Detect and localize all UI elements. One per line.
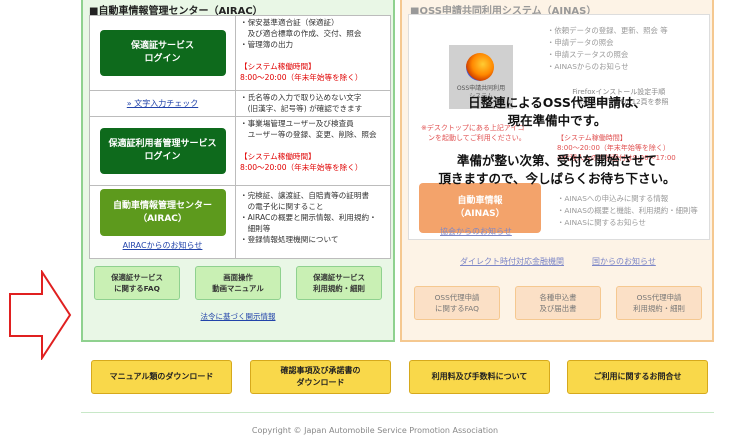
oss-faq-button[interactable]: OSS代理申請 に関するFAQ xyxy=(414,286,500,320)
firefox-icon xyxy=(466,53,494,81)
notice-line-2: 準備が整い次第、受付を開始させて 頂きますので、今しばらくお待ち下さい。 xyxy=(438,153,676,186)
government-news-link[interactable]: 国からのお知らせ xyxy=(592,256,656,267)
contact-button[interactable]: ご利用に関するお問合せ xyxy=(567,360,708,394)
footer-divider xyxy=(81,412,714,413)
copyright: Copyright © Japan Automobile Service Pro… xyxy=(251,426,499,435)
airac-row-2-desc: ・氏名等の入力で取り込めない文字 (旧漢字、記号等) が確認できます xyxy=(240,93,363,113)
notice-line-1: 日整連によるOSS代理申請は、 現在準備中です。 xyxy=(468,95,646,128)
ainas-info-list: ・AINASへの申込みに関する情報 ・AINASの概要と機能、利用規約・細則等 … xyxy=(557,194,698,227)
hotekisho-terms-button[interactable]: 保適証サービス 利用規約・細則 xyxy=(296,266,382,300)
application-forms-button[interactable]: 各種申込書 及び届出書 xyxy=(515,286,601,320)
airac-table: 保適証サービス ログイン ・保安基準適合証（保適証） 及び適合標章の作成、交付、… xyxy=(89,15,391,259)
airac-row-login: 保適証サービス ログイン ・保安基準適合証（保適証） 及び適合標章の作成、交付、… xyxy=(90,16,390,91)
airac-panel: ■自動車情報管理センター（AIRAC） 保適証サービス ログイン ・保安基準適合… xyxy=(81,0,395,342)
right-arrow-icon xyxy=(9,270,72,360)
preparation-notice: 日整連によるOSS代理申請は、 現在準備中です。 準備が整い次第、受付を開始させ… xyxy=(400,94,714,188)
airac-row-char-check: » 文字入力チェック ・氏名等の入力で取り込めない文字 (旧漢字、記号等) が確… xyxy=(90,91,390,117)
airac-row-user-mgmt: 保適証利用者管理サービス ログイン ・事業場管理ユーザー及び検査員 ユーザー等の… xyxy=(90,117,390,186)
airac-row-3-desc: ・事業場管理ユーザー及び検査員 ユーザー等の登録、変更、削除、照会 【システム稼… xyxy=(240,119,377,172)
manual-download-button[interactable]: マニュアル類のダウンロード xyxy=(91,360,232,394)
fees-info-button[interactable]: 利用料及び手数料について xyxy=(409,360,550,394)
direct-bank-link[interactable]: ダイレクト時付対応金融機関 xyxy=(460,256,564,267)
legal-disclosure-link[interactable]: 法令に基づく開示情報 xyxy=(83,311,393,322)
char-input-check-link[interactable]: » 文字入力チェック xyxy=(127,98,198,109)
consent-download-button[interactable]: 確認事項及び承諾書の ダウンロード xyxy=(250,360,391,394)
airac-row-4-desc: ・完検証、譲渡証、自賠責等の証明書 の電子化に関すること ・AIRACの概要と開… xyxy=(240,191,377,244)
oss-terms-button[interactable]: OSS代理申請 利用規約・細則 xyxy=(616,286,702,320)
page: ■自動車情報管理センター（AIRAC） 保適証サービス ログイン ・保安基準適合… xyxy=(0,0,750,441)
oss-feature-list: ・依頼データの登録、更新、照会 等 ・申請データの照会 ・申請ステータスの照会 … xyxy=(547,26,668,71)
airac-center-button[interactable]: 自動車情報管理センター （AIRAC） xyxy=(99,189,226,236)
airac-news-link[interactable]: AIRACからのお知らせ xyxy=(123,240,203,251)
video-manual-button[interactable]: 画面操作 動画マニュアル xyxy=(195,266,281,300)
hotekisho-login-button[interactable]: 保適証サービス ログイン xyxy=(99,30,226,76)
hotekisho-faq-button[interactable]: 保適証サービス に関するFAQ xyxy=(94,266,180,300)
airac-row-center: 自動車情報管理センター （AIRAC） AIRACからのお知らせ ・完検証、譲渡… xyxy=(90,186,390,258)
association-news-link[interactable]: 協会からのお知らせ xyxy=(440,226,512,237)
user-management-login-button[interactable]: 保適証利用者管理サービス ログイン xyxy=(99,128,226,174)
airac-row-1-desc: ・保安基準適合証（保適証） 及び適合標章の作成、交付、照会 ・管理簿の出力 【シ… xyxy=(240,18,363,82)
